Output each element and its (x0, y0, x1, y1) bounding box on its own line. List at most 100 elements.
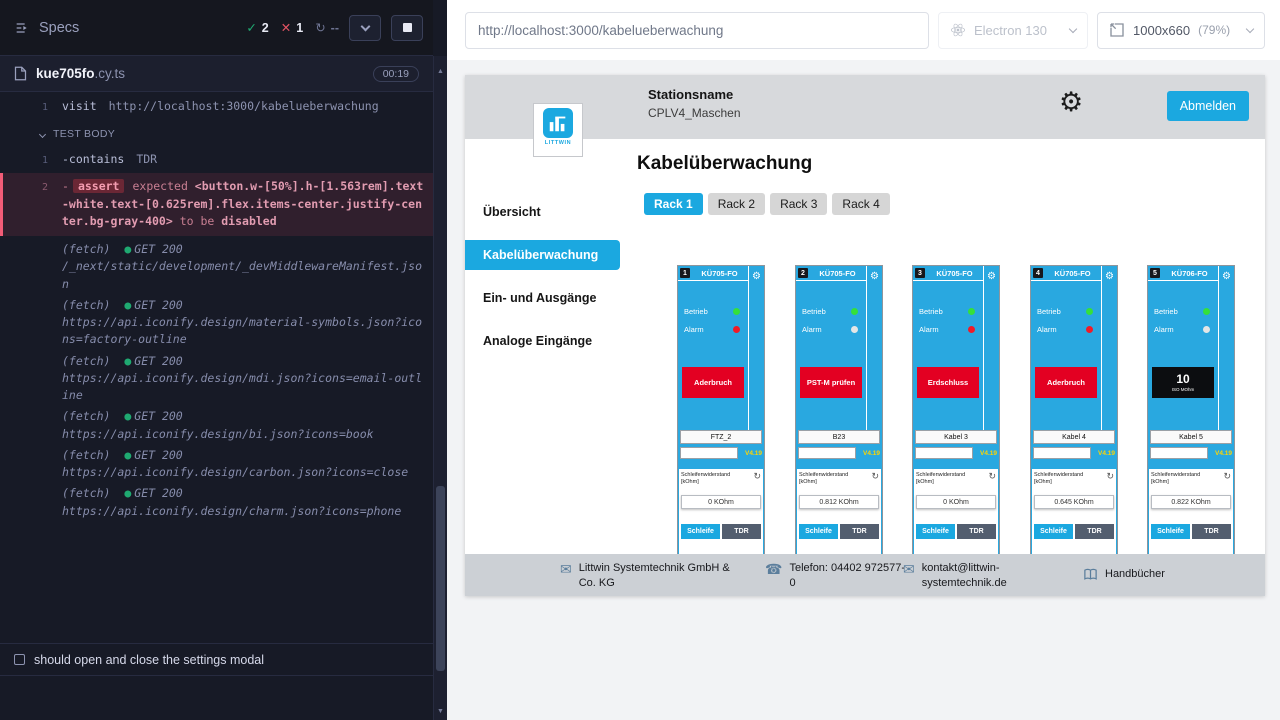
station-info: Stationsname CPLV4_Maschen (648, 87, 741, 120)
scroll-up-arrow[interactable]: ▲ (434, 64, 447, 78)
test-body-section[interactable]: TEST BODY (0, 117, 433, 149)
betrieb-led (1203, 308, 1210, 315)
viewport-selector[interactable]: 1000x660 (79%) (1097, 12, 1265, 49)
littwin-logo: LITTWIN (533, 103, 583, 157)
app-footer: ✉ Littwin Systemtechnik GmbH & Co. KG ☎ … (465, 554, 1265, 596)
chevron-down-icon (1246, 24, 1254, 32)
cable-label: FTZ_2 (680, 430, 762, 444)
status-dot: ● (124, 242, 131, 256)
gear-icon[interactable]: ⚙ (1222, 271, 1231, 282)
gear-icon[interactable]: ⚙ (870, 271, 879, 282)
tab-rack-2[interactable]: Rack 2 (708, 193, 765, 215)
settings-gear-icon[interactable]: ⚙ (1059, 89, 1083, 116)
url-input[interactable] (465, 12, 929, 49)
alarm-led (733, 326, 740, 333)
spec-file-icon (14, 66, 27, 81)
display-box (1033, 447, 1091, 459)
resistance-value: 0 KOhm (681, 495, 761, 509)
device-card: 5 KÜ706-FO Betrieb Alarm 10 ISO MOhm ⚙ K… (1147, 265, 1235, 554)
footer-company: ✉ Littwin Systemtechnik GmbH & Co. KG (560, 561, 744, 591)
tab-rack-4[interactable]: Rack 4 (832, 193, 889, 215)
log-fetch-row[interactable]: (fetch) ●GET 200https://api.iconify.desi… (0, 483, 433, 522)
display-box (915, 447, 973, 459)
stop-button[interactable] (391, 15, 423, 41)
resistance-value: 0.812 KOhm (799, 495, 879, 509)
gear-icon[interactable]: ⚙ (752, 271, 761, 282)
sidebar-item-uebersicht[interactable]: Übersicht (465, 197, 620, 227)
runner-url-toolbar: Electron 130 1000x660 (79%) (447, 0, 1280, 60)
footer-email[interactable]: ✉ kontakt@littwin-systemtechnik.de (903, 561, 1018, 591)
aut-stage: Stationsname CPLV4_Maschen ⚙ Abmelden LI… (447, 60, 1280, 720)
app-header: Stationsname CPLV4_Maschen ⚙ Abmelden (465, 75, 1265, 139)
status-button[interactable]: Erdschluss (917, 367, 979, 398)
refresh-icon[interactable]: ↻ (988, 472, 996, 481)
tdr-button[interactable]: TDR (840, 524, 879, 539)
firmware-version: V4.19 (1208, 450, 1232, 457)
refresh-icon[interactable]: ↻ (1106, 472, 1114, 481)
schleife-button[interactable]: Schleife (1151, 524, 1190, 539)
aut-frame: Stationsname CPLV4_Maschen ⚙ Abmelden LI… (465, 75, 1265, 596)
log-fetch-row[interactable]: (fetch) ●GET 200https://api.iconify.desi… (0, 445, 433, 484)
refresh-icon[interactable]: ↻ (753, 472, 761, 481)
scrollbar-thumb[interactable] (436, 486, 445, 671)
schleife-button[interactable]: Schleife (799, 524, 838, 539)
resistance-value: 0.645 KOhm (1034, 495, 1114, 509)
specs-menu-button[interactable]: Specs (14, 20, 79, 36)
footer-handbuecher[interactable]: Handbücher (1083, 567, 1165, 586)
schleife-button[interactable]: Schleife (916, 524, 955, 539)
tdr-button[interactable]: TDR (722, 524, 761, 539)
resistance-value: 0.822 KOhm (1151, 495, 1231, 509)
tab-rack-3[interactable]: Rack 3 (770, 193, 827, 215)
tdr-button[interactable]: TDR (1192, 524, 1231, 539)
log-fetch-row[interactable]: (fetch) ●GET 200https://api.iconify.desi… (0, 351, 433, 407)
tab-rack-1[interactable]: Rack 1 (644, 193, 703, 215)
next-test-title[interactable]: should open and close the settings modal (0, 643, 433, 676)
browser-selector[interactable]: Electron 130 (938, 12, 1088, 49)
collapse-button[interactable] (349, 15, 381, 41)
checkmark-icon: ✓ (246, 20, 256, 35)
sidebar-item-analoge-eingaenge[interactable]: Analoge Eingänge (465, 326, 620, 356)
gear-icon[interactable]: ⚙ (987, 271, 996, 282)
spec-bar[interactable]: kue705fo.cy.ts 00:19 (0, 56, 433, 92)
sidebar-item-kabelueberwachung[interactable]: Kabelüberwachung (465, 240, 620, 270)
cable-label: B23 (798, 430, 880, 444)
runner-scrollbar[interactable]: ▲ ▼ (433, 56, 447, 720)
gear-icon[interactable]: ⚙ (1105, 271, 1114, 282)
log-fetch-row[interactable]: (fetch) ●GET 200https://api.iconify.desi… (0, 406, 433, 445)
sidebar-item-ein-und-ausgaenge[interactable]: Ein- und Ausgänge (465, 283, 620, 313)
resistance-value: 0 KOhm (916, 495, 996, 509)
firmware-version: V4.19 (1091, 450, 1115, 457)
station-name: CPLV4_Maschen (648, 106, 741, 120)
chevron-down-icon (1069, 24, 1077, 32)
log-failed-assert[interactable]: 2 -assertexpected <button.w-[50%].h-[1.5… (0, 173, 433, 236)
card-number: 4 (1033, 268, 1043, 278)
logout-button[interactable]: Abmelden (1167, 91, 1249, 121)
betrieb-led (968, 308, 975, 315)
device-card: 4 KÜ705-FO Betrieb Alarm Aderbruch ⚙ Kab… (1030, 265, 1118, 554)
betrieb-led (851, 308, 858, 315)
status-button[interactable]: Aderbruch (682, 367, 744, 398)
log-fetch-row[interactable]: (fetch) ●GET 200/_next/static/developmen… (0, 239, 433, 295)
building-icon (543, 108, 573, 138)
status-button[interactable]: Aderbruch (1035, 367, 1097, 398)
footer-phone[interactable]: ☎ Telefon: 04402 972577-0 (765, 561, 909, 591)
card-title: KÜ705-FO (1046, 269, 1099, 278)
tdr-button[interactable]: TDR (1075, 524, 1114, 539)
log-command-contains[interactable]: 1 -containsTDR (0, 149, 433, 170)
refresh-icon[interactable]: ↻ (1223, 472, 1231, 481)
tdr-button[interactable]: TDR (957, 524, 996, 539)
scroll-down-arrow[interactable]: ▼ (434, 704, 447, 718)
refresh-icon[interactable]: ↻ (871, 472, 879, 481)
card-title: KÜ706-FO (1163, 269, 1216, 278)
firmware-version: V4.19 (856, 450, 880, 457)
schleife-button[interactable]: Schleife (1034, 524, 1073, 539)
card-number: 1 (680, 268, 690, 278)
specs-label: Specs (39, 20, 79, 36)
reload-icon: ↻ (315, 20, 325, 35)
status-button[interactable]: PST-M prüfen (800, 367, 862, 398)
log-command-visit[interactable]: 1 visithttp://localhost:3000/kabelueberw… (0, 96, 433, 117)
spec-name: kue705fo.cy.ts (36, 66, 125, 81)
electron-icon (950, 22, 966, 38)
log-fetch-row[interactable]: (fetch) ●GET 200https://api.iconify.desi… (0, 295, 433, 351)
schleife-button[interactable]: Schleife (681, 524, 720, 539)
